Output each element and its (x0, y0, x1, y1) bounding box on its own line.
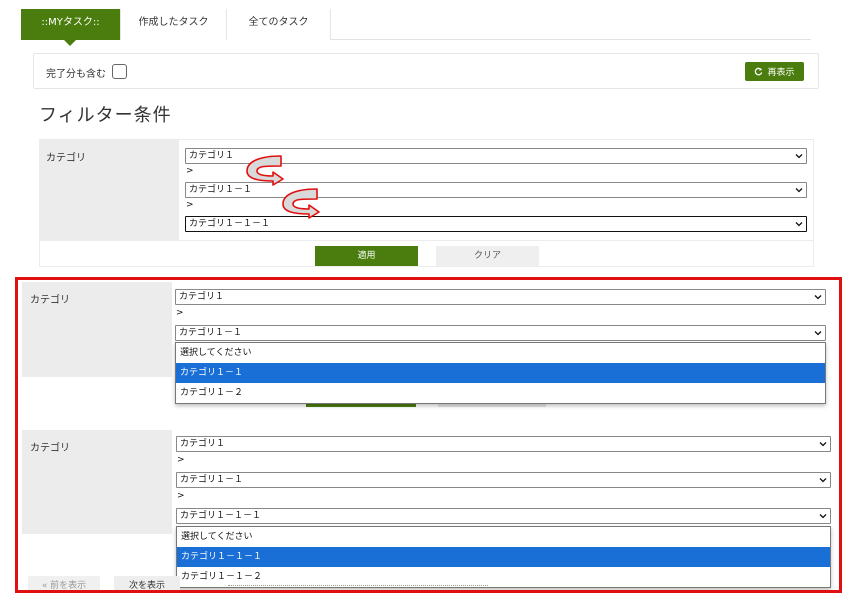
category-level1-value: カテゴリ１ (189, 151, 235, 161)
category-separator: > (186, 200, 194, 210)
panel-b-level3-select[interactable]: カテゴリ１－１－１ (176, 508, 831, 524)
task-tabs: ::MYタスク:: 作成したタスク 全てのタスク (21, 9, 811, 46)
tab-my-tasks[interactable]: ::MYタスク:: (21, 9, 121, 46)
panel-b-level1-select[interactable]: カテゴリ１ (176, 436, 831, 452)
apply-button[interactable]: 適用 (315, 246, 418, 266)
category-label: カテゴリ (22, 282, 172, 377)
refresh-label: 再表示 (767, 68, 795, 78)
dropdown-option-selected[interactable]: カテゴリ１－１ (176, 363, 825, 383)
refresh-icon (755, 67, 763, 76)
page-title: フィルター条件 (39, 105, 172, 126)
dropdown-option-selected[interactable]: カテゴリ１－１－１ (177, 547, 830, 567)
panel-b-level1-value: カテゴリ１ (180, 439, 226, 449)
next-page-button[interactable]: 次を表示 (114, 576, 180, 590)
curved-arrow-icon (246, 155, 284, 186)
chevron-down-icon (795, 188, 803, 193)
clear-button[interactable]: クリア (436, 246, 539, 266)
chevron-down-icon (819, 478, 827, 483)
curved-arrow-icon (282, 188, 320, 219)
category-separator: > (177, 455, 185, 465)
chevron-down-icon (814, 331, 822, 336)
filter-table: カテゴリ カテゴリ１ > カテゴリ１－１ > カテゴリ１－１－１ 適用 クリア (39, 139, 814, 267)
panel-b-dropdown-list: 選択してください カテゴリ１－１－１ カテゴリ１－１－２ (176, 526, 831, 588)
panel-a-level2-select[interactable]: カテゴリ１－１ (175, 325, 826, 341)
chevron-down-icon (795, 154, 803, 159)
include-done-label: 完了分も含む (46, 69, 106, 80)
panel-a-level1-select[interactable]: カテゴリ１ (175, 289, 826, 305)
chevron-down-icon (819, 514, 827, 519)
panel-b-level3-value: カテゴリ１－１－１ (180, 511, 262, 521)
dropdown-option[interactable]: 選択してください (176, 343, 825, 363)
category-level2-value: カテゴリ１－１ (189, 185, 253, 195)
chevron-down-icon (814, 295, 822, 300)
panel-a-level2-value: カテゴリ１－１ (179, 328, 243, 338)
chevron-down-icon (795, 222, 803, 227)
dropdown-option[interactable]: カテゴリ１－２ (176, 383, 825, 403)
dropdown-option[interactable]: 選択してください (177, 527, 830, 547)
include-done-checkbox[interactable] (112, 64, 127, 79)
refresh-button[interactable]: 再表示 (745, 62, 804, 81)
highlight-box: カテゴリ カテゴリ１ > カテゴリ１－１ 選択してください カテゴリ１－１ カテ… (15, 277, 842, 593)
category-separator: > (176, 308, 184, 318)
dropdown-option[interactable]: カテゴリ１－１－２ (177, 567, 830, 587)
tab-created-tasks[interactable]: 作成したタスク (121, 9, 227, 40)
panel-b-level2-value: カテゴリ１－１ (180, 475, 244, 485)
panel-a-dropdown-list: 選択してください カテゴリ１－１ カテゴリ１－２ (175, 342, 826, 404)
filter-actions: 適用 クリア (40, 240, 813, 268)
chevron-down-icon (819, 442, 827, 447)
prev-page-button[interactable]: « 前を表示 (28, 576, 100, 590)
category-level3-value: カテゴリ１－１－１ (189, 219, 271, 229)
category-separator: > (177, 491, 185, 501)
category-label: カテゴリ (40, 140, 179, 240)
category-separator: > (186, 166, 194, 176)
pager-remainder (228, 585, 488, 588)
tab-all-tasks[interactable]: 全てのタスク (227, 9, 331, 40)
panel-a-level1-value: カテゴリ１ (179, 292, 225, 302)
panel-b-level2-select[interactable]: カテゴリ１－１ (176, 472, 831, 488)
category-label: カテゴリ (22, 430, 172, 534)
task-toolbar: 完了分も含む 再表示 (33, 53, 819, 89)
